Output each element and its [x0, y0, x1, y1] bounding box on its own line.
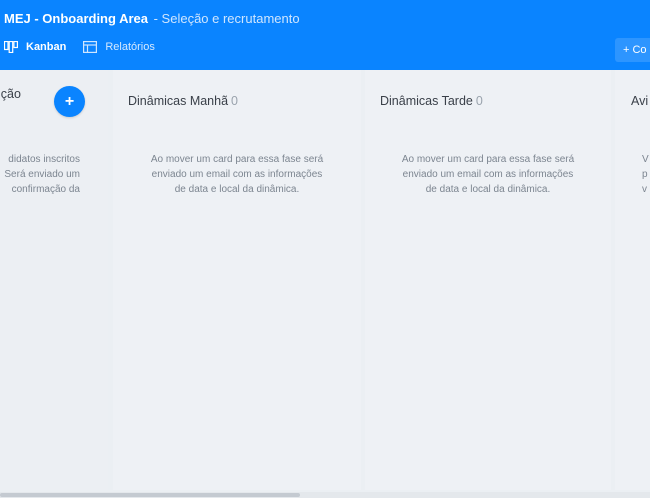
phase-column-start: ição + didatos inscritos Será enviado um… [0, 70, 108, 490]
phase-description: V p v [642, 152, 649, 197]
description-line: v [642, 184, 647, 195]
kanban-icon [4, 41, 18, 53]
phase-title-text: Dinâmicas Manhã [128, 94, 229, 108]
phase-title: Dinâmicas Tarde 0 [380, 94, 483, 108]
description-line: p [642, 169, 648, 180]
pipe-title-row: MEJ - Onboarding Area - Seleção e recrut… [4, 11, 300, 26]
phase-column-next: Avi V p v [615, 70, 650, 490]
description-line: de data e local da dinâmica. [174, 184, 300, 195]
description-line: Ao mover um card para essa fase será [150, 154, 324, 165]
tab-kanban-label: Kanban [26, 41, 67, 53]
description-line: o. [0, 197, 80, 212]
description-line: enviado um email com as informações [402, 169, 574, 180]
new-card-button[interactable]: + Co [615, 38, 650, 62]
phase-title: Dinâmicas Manhã 0 [128, 94, 238, 108]
plus-icon: + [64, 93, 75, 110]
phase-description: Ao mover um card para essa fase será env… [113, 152, 361, 197]
phase-description: Ao mover um card para essa fase será env… [365, 152, 611, 197]
pipe-title[interactable]: MEJ - Onboarding Area [4, 11, 148, 26]
phase-column-dinamicas-manha: Dinâmicas Manhã 0 Ao mover um card para e… [113, 70, 361, 490]
tab-reports-label: Relatórios [105, 41, 155, 53]
description-line: Ao mover um card para essa fase será [401, 154, 575, 165]
pipe-subtitle: - Seleção e recrutamento [153, 11, 300, 26]
description-line: enviado um email com as informações [151, 169, 323, 180]
phase-title-text: Dinâmicas Tarde [380, 94, 473, 108]
description-line: V [642, 154, 649, 165]
description-line: confirmação da [11, 184, 80, 195]
phase-card-count: 0 [231, 94, 238, 108]
description-line: Será enviado um [4, 169, 80, 180]
add-card-button[interactable]: + [54, 86, 85, 117]
description-line: de data e local da dinâmica. [425, 184, 551, 195]
phase-title: ição [0, 87, 21, 101]
kanban-board: ição + didatos inscritos Será enviado um… [0, 70, 650, 498]
tab-reports[interactable]: Relatórios [83, 41, 155, 53]
new-card-button-label: + Co [623, 44, 647, 56]
phase-title: Avi [631, 94, 649, 108]
phase-description: didatos inscritos Será enviado um confir… [0, 152, 80, 212]
scrollbar-thumb[interactable] [0, 493, 300, 497]
phase-card-count: 0 [475, 94, 483, 108]
app-header: MEJ - Onboarding Area - Seleção e recrut… [0, 0, 650, 70]
description-line: didatos inscritos [8, 154, 80, 165]
reports-icon [83, 41, 98, 53]
view-tabs: Kanban Relatórios [4, 41, 172, 53]
phase-column-dinamicas-tarde: Dinâmicas Tarde 0 Ao mover um card para e… [365, 70, 611, 490]
tab-kanban[interactable]: Kanban [4, 41, 66, 53]
